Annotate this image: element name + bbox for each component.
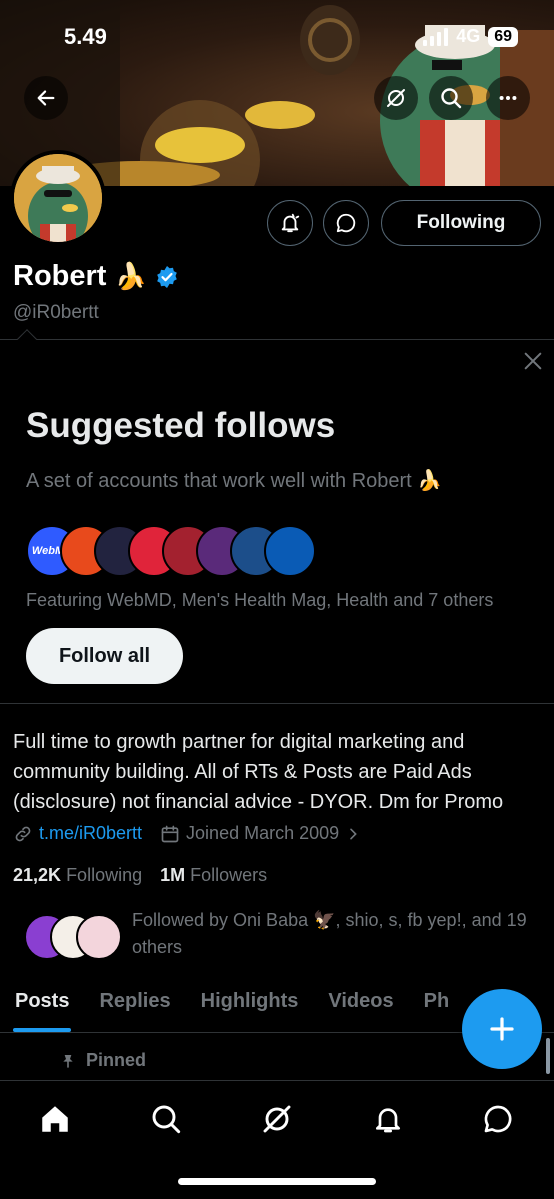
- tab-posts[interactable]: Posts: [0, 982, 84, 1032]
- search-icon: [152, 1105, 181, 1134]
- scrollbar[interactable]: [546, 1038, 550, 1074]
- status-time: 5.49: [64, 24, 107, 49]
- network-type: 4G: [456, 26, 481, 46]
- more-button[interactable]: [486, 76, 530, 120]
- suggested-follows-subtitle: A set of accounts that work well with Ro…: [26, 470, 443, 492]
- nav-messages[interactable]: [478, 1099, 518, 1139]
- messages-icon: [484, 1105, 512, 1133]
- followed-by-text[interactable]: Followed by Oni Baba 🦅, shio, s, fb yep!…: [132, 907, 532, 961]
- suggested-avatar-mayo-clinic[interactable]: [264, 525, 316, 577]
- suggested-featuring: Featuring WebMD, Men's Health Mag, Healt…: [26, 590, 494, 610]
- profile-link[interactable]: t.me/iR0bertt: [39, 823, 142, 844]
- banana-emoji: 🍌: [114, 261, 147, 291]
- signal-icon: [423, 27, 449, 46]
- caret: [17, 329, 37, 349]
- profile-joined[interactable]: Joined March 2009: [186, 823, 339, 844]
- profile-name-text: Robert: [13, 260, 107, 292]
- notification-bell-icon: [281, 213, 300, 233]
- tab-highlights[interactable]: Highlights: [186, 982, 314, 1032]
- avatar[interactable]: [10, 150, 106, 246]
- tab-videos[interactable]: Videos: [313, 982, 408, 1032]
- divider: [0, 703, 554, 704]
- status-indicators: 4G 69: [423, 26, 518, 47]
- home-indicator: [178, 1178, 376, 1185]
- nav-search[interactable]: [146, 1099, 186, 1139]
- profile-meta: t.me/iR0bertt Joined March 2009: [13, 823, 361, 844]
- followers-count[interactable]: 1M Followers: [160, 865, 267, 886]
- compose-button[interactable]: [462, 989, 542, 1069]
- following-count[interactable]: 21,2K Following: [13, 865, 142, 886]
- nav-notifications[interactable]: [368, 1099, 408, 1139]
- verified-badge-icon[interactable]: [155, 265, 179, 289]
- profile-handle: @iR0bertt: [13, 302, 99, 323]
- battery-icon: 69: [488, 26, 518, 47]
- calendar-icon: [161, 825, 179, 842]
- followed-by-avatars[interactable]: [24, 914, 124, 962]
- follower-avatar[interactable]: [76, 914, 122, 960]
- grok-icon: [387, 89, 405, 107]
- more-icon: [499, 95, 517, 101]
- back-button[interactable]: [24, 76, 68, 120]
- follow-counts: 21,2K Following 1M Followers: [13, 865, 267, 886]
- search-button[interactable]: [429, 76, 473, 120]
- close-icon[interactable]: [522, 350, 544, 372]
- pin-icon: [63, 1054, 73, 1068]
- chevron-right-icon[interactable]: [345, 826, 361, 842]
- home-icon: [42, 1106, 68, 1132]
- divider: [0, 339, 554, 340]
- suggested-follows-title: Suggested follows: [26, 406, 336, 445]
- notify-button[interactable]: [267, 200, 313, 246]
- profile-bio: Full time to growth partner for digital …: [13, 731, 504, 813]
- nav-grok[interactable]: [257, 1099, 297, 1139]
- grok-button[interactable]: [374, 76, 418, 120]
- tab-photos[interactable]: Ph: [409, 982, 465, 1032]
- follow-all-button[interactable]: Follow all: [26, 628, 183, 684]
- pinned-label: Pinned: [60, 1050, 146, 1071]
- message-button[interactable]: [323, 200, 369, 246]
- tab-replies[interactable]: Replies: [84, 982, 185, 1032]
- nav-home[interactable]: [35, 1099, 75, 1139]
- message-icon: [336, 213, 356, 233]
- suggested-avatars[interactable]: WebMD: [26, 525, 326, 577]
- grok-icon: [263, 1105, 291, 1133]
- notifications-icon: [376, 1108, 400, 1133]
- following-button[interactable]: Following: [381, 200, 541, 246]
- plus-icon: [490, 1017, 514, 1041]
- profile-name: Robert 🍌: [13, 260, 179, 293]
- back-arrow-icon: [37, 90, 55, 106]
- link-icon: [15, 826, 31, 841]
- search-icon: [441, 88, 462, 109]
